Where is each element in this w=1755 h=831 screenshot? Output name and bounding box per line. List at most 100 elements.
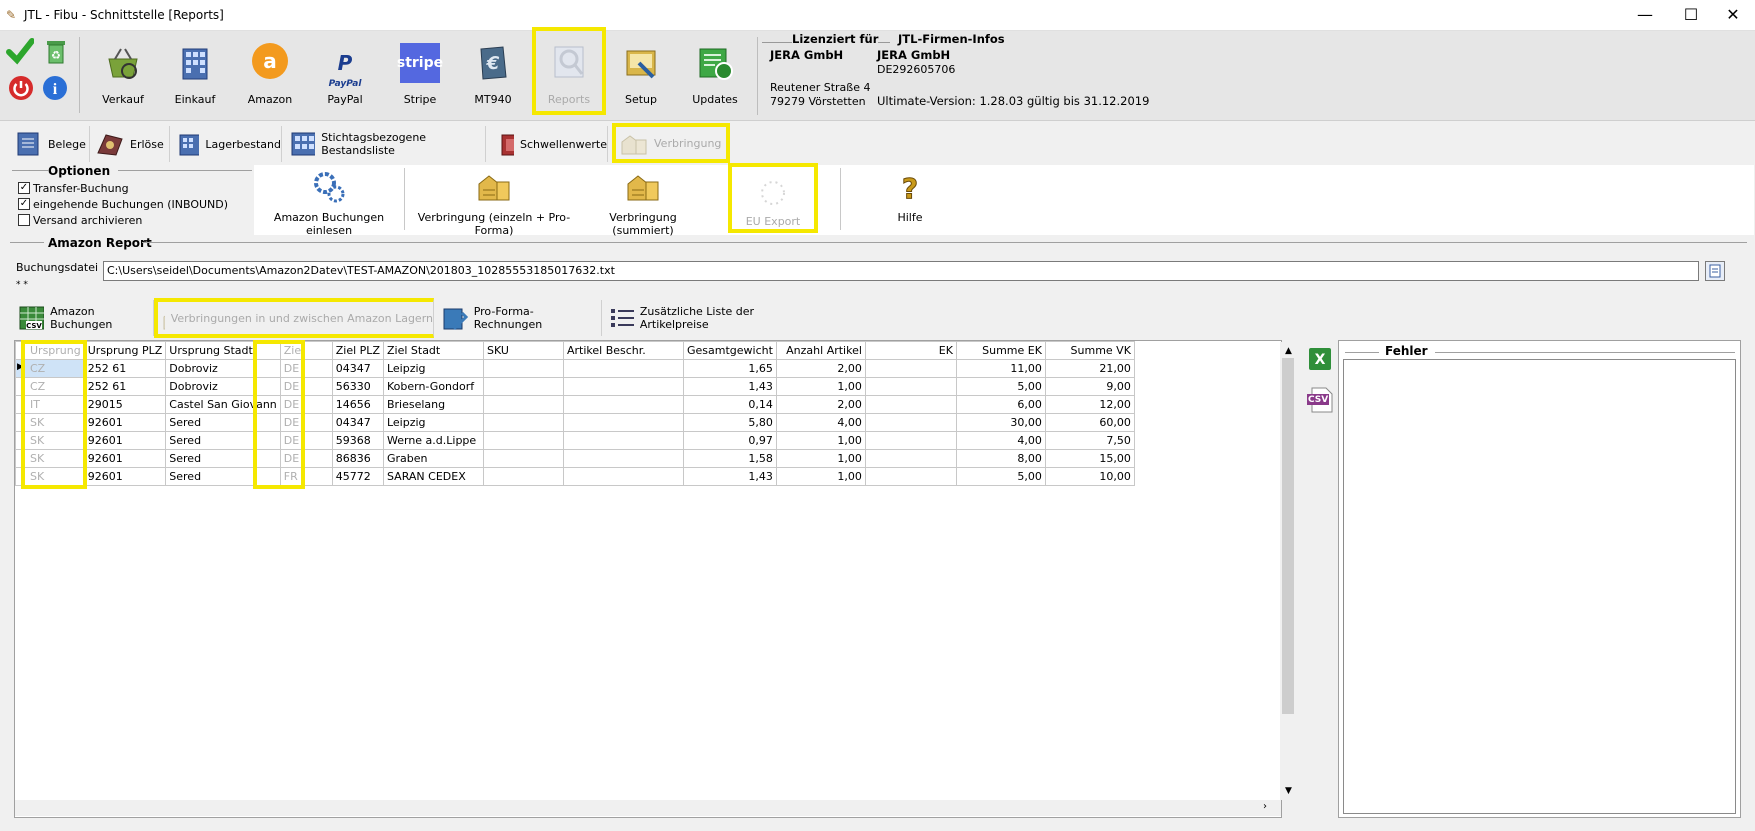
column-header[interactable]: Ziel Stadt (382, 341, 484, 360)
table-cell[interactable]: Brieselang (382, 395, 484, 414)
scrollbar-thumb[interactable] (1282, 358, 1294, 714)
tab-verbringung[interactable]: Verbringung (612, 123, 730, 163)
subtab-amazon-buchungen[interactable]: CSV Amazon Buchungen (14, 300, 154, 336)
column-header[interactable]: SKU (482, 341, 564, 360)
table-cell[interactable] (864, 395, 957, 414)
table-cell[interactable]: 92601 (83, 413, 167, 432)
table-row[interactable]: SK 92601 Sered DE 59368 Werne a.d.Lippe 0,97 1,… (15, 431, 1135, 450)
column-header[interactable]: Ursprung (15, 341, 85, 360)
table-cell[interactable] (482, 467, 564, 486)
browse-file-button[interactable] (1705, 261, 1725, 281)
table-cell[interactable]: IT (15, 395, 85, 414)
table-cell[interactable]: 1,58 (682, 449, 777, 468)
column-header[interactable]: Summe EK (955, 341, 1046, 360)
table-cell[interactable]: 10,00 (1044, 467, 1135, 486)
column-header[interactable]: EK (864, 341, 957, 360)
table-cell[interactable]: 2,00 (775, 359, 866, 378)
checkmark-icon[interactable] (6, 37, 35, 65)
table-cell[interactable]: 30,00 (955, 413, 1046, 432)
stripe-button[interactable]: stripe Stripe (385, 41, 455, 109)
table-cell[interactable]: Castel San Giovann (165, 395, 281, 414)
table-cell[interactable] (562, 377, 684, 396)
table-cell[interactable] (864, 467, 957, 486)
maximize-button[interactable]: ☐ (1668, 0, 1714, 31)
inbound-checkbox[interactable]: ✓ eingehende Buchungen (INBOUND) (18, 198, 228, 211)
table-cell[interactable] (864, 431, 957, 450)
versand-archivieren-checkbox[interactable]: Versand archivieren (18, 214, 142, 227)
table-cell[interactable] (482, 359, 564, 378)
tab-stichtagsbezogene-bestandsliste[interactable]: Stichtagsbezogene Bestandsliste (286, 126, 486, 162)
table-cell[interactable]: 8,00 (955, 449, 1046, 468)
transfer-buchung-checkbox[interactable]: ✓ Transfer-Buchung (18, 182, 129, 195)
table-cell[interactable] (562, 395, 684, 414)
table-cell[interactable]: DE (279, 431, 333, 450)
tab-schwellenwerte[interactable]: Schwellenwerte (494, 126, 608, 162)
table-cell[interactable]: 15,00 (1044, 449, 1135, 468)
tab-erloese[interactable]: Erlöse (92, 126, 170, 162)
table-cell[interactable]: 5,00 (955, 377, 1046, 396)
table-cell[interactable]: 252 61 (83, 359, 167, 378)
table-cell[interactable]: 1,00 (775, 431, 866, 450)
excel-export-button[interactable]: X (1308, 347, 1332, 371)
table-cell[interactable]: 5,00 (955, 467, 1046, 486)
table-cell[interactable] (864, 377, 957, 396)
amazon-buchungen-einlesen-button[interactable]: Amazon Buchungen einlesen (256, 170, 402, 237)
table-cell[interactable] (562, 359, 684, 378)
table-row[interactable]: SK 92601 Sered DE 04347 Leipzig 5,80 4,00 30,00 6… (15, 413, 1135, 432)
table-cell[interactable] (482, 413, 564, 432)
table-cell[interactable] (482, 449, 564, 468)
table-cell[interactable]: 9,00 (1044, 377, 1135, 396)
table-cell[interactable]: SARAN CEDEX (382, 467, 484, 486)
table-cell[interactable]: 1,00 (775, 377, 866, 396)
table-cell[interactable]: 0,97 (682, 431, 777, 450)
table-cell[interactable]: 29015 (83, 395, 167, 414)
table-cell[interactable] (482, 377, 564, 396)
table-cell[interactable] (562, 431, 684, 450)
table-cell[interactable]: 1,00 (775, 449, 866, 468)
table-row[interactable]: SK 92601 Sered FR 45772 SARAN CEDEX 1,43 1,00 5,… (15, 467, 1135, 486)
table-cell[interactable]: 11,00 (955, 359, 1046, 378)
verbringung-einzeln-button[interactable]: Verbringung (einzeln + Pro-Forma) (410, 170, 578, 237)
column-header[interactable]: Ziel PLZ (331, 341, 384, 360)
table-cell[interactable]: 59368 (331, 431, 384, 450)
mt940-button[interactable]: € MT940 (458, 41, 528, 109)
table-cell[interactable]: 0,14 (682, 395, 777, 414)
table-cell[interactable] (562, 449, 684, 468)
table-cell[interactable]: SK (15, 413, 85, 432)
table-cell[interactable]: Dobroviz (165, 377, 281, 396)
table-cell[interactable]: DE (279, 377, 333, 396)
tab-belege[interactable]: Belege (10, 126, 90, 162)
table-cell[interactable]: 252 61 (83, 377, 167, 396)
subtab-verbringungen[interactable]: Verbringungen in und zwischen Amazon Lag… (154, 298, 434, 338)
table-cell[interactable]: Sered (165, 467, 281, 486)
scroll-up-icon[interactable]: ▲ (1285, 346, 1292, 356)
csv-export-button[interactable]: CSV (1306, 386, 1334, 414)
table-cell[interactable]: Werne a.d.Lippe (382, 431, 484, 450)
amazon-button[interactable]: a Amazon (235, 41, 305, 109)
table-cell[interactable]: ▶ CZ (15, 359, 85, 378)
checkbox-box[interactable]: ✓ (18, 182, 30, 194)
scroll-right-icon[interactable]: › (1263, 801, 1267, 812)
table-cell[interactable]: Dobroviz (165, 359, 281, 378)
table-cell[interactable]: Leipzig (382, 359, 484, 378)
table-cell[interactable]: 1,00 (775, 467, 866, 486)
table-cell[interactable]: 45772 (331, 467, 384, 486)
table-cell[interactable] (864, 413, 957, 432)
table-cell[interactable]: 21,00 (1044, 359, 1135, 378)
booking-file-input[interactable]: C:\Users\seidel\Documents\Amazon2Datev\T… (103, 261, 1699, 281)
subtab-artikelpreise[interactable]: Zusätzliche Liste der Artikelpreise (604, 300, 812, 336)
table-cell[interactable]: SK (15, 467, 85, 486)
updates-button[interactable]: Updates (680, 41, 750, 109)
table-cell[interactable]: 1,43 (682, 467, 777, 486)
column-header[interactable]: Ursprung PLZ (83, 341, 167, 360)
table-cell[interactable]: 7,50 (1044, 431, 1135, 450)
table-cell[interactable]: CZ (15, 377, 85, 396)
info-icon[interactable]: i (42, 75, 68, 101)
tab-lagerbestand[interactable]: Lagerbestand (172, 126, 282, 162)
table-cell[interactable]: DE (279, 395, 333, 414)
table-cell[interactable]: DE (279, 413, 333, 432)
table-cell[interactable] (864, 449, 957, 468)
reports-button[interactable]: Reports (532, 27, 606, 115)
table-row[interactable]: ▶ CZ 252 61 Dobroviz DE 04347 Leipzig 1,65 2,00 1… (15, 359, 1135, 378)
table-cell[interactable] (562, 467, 684, 486)
